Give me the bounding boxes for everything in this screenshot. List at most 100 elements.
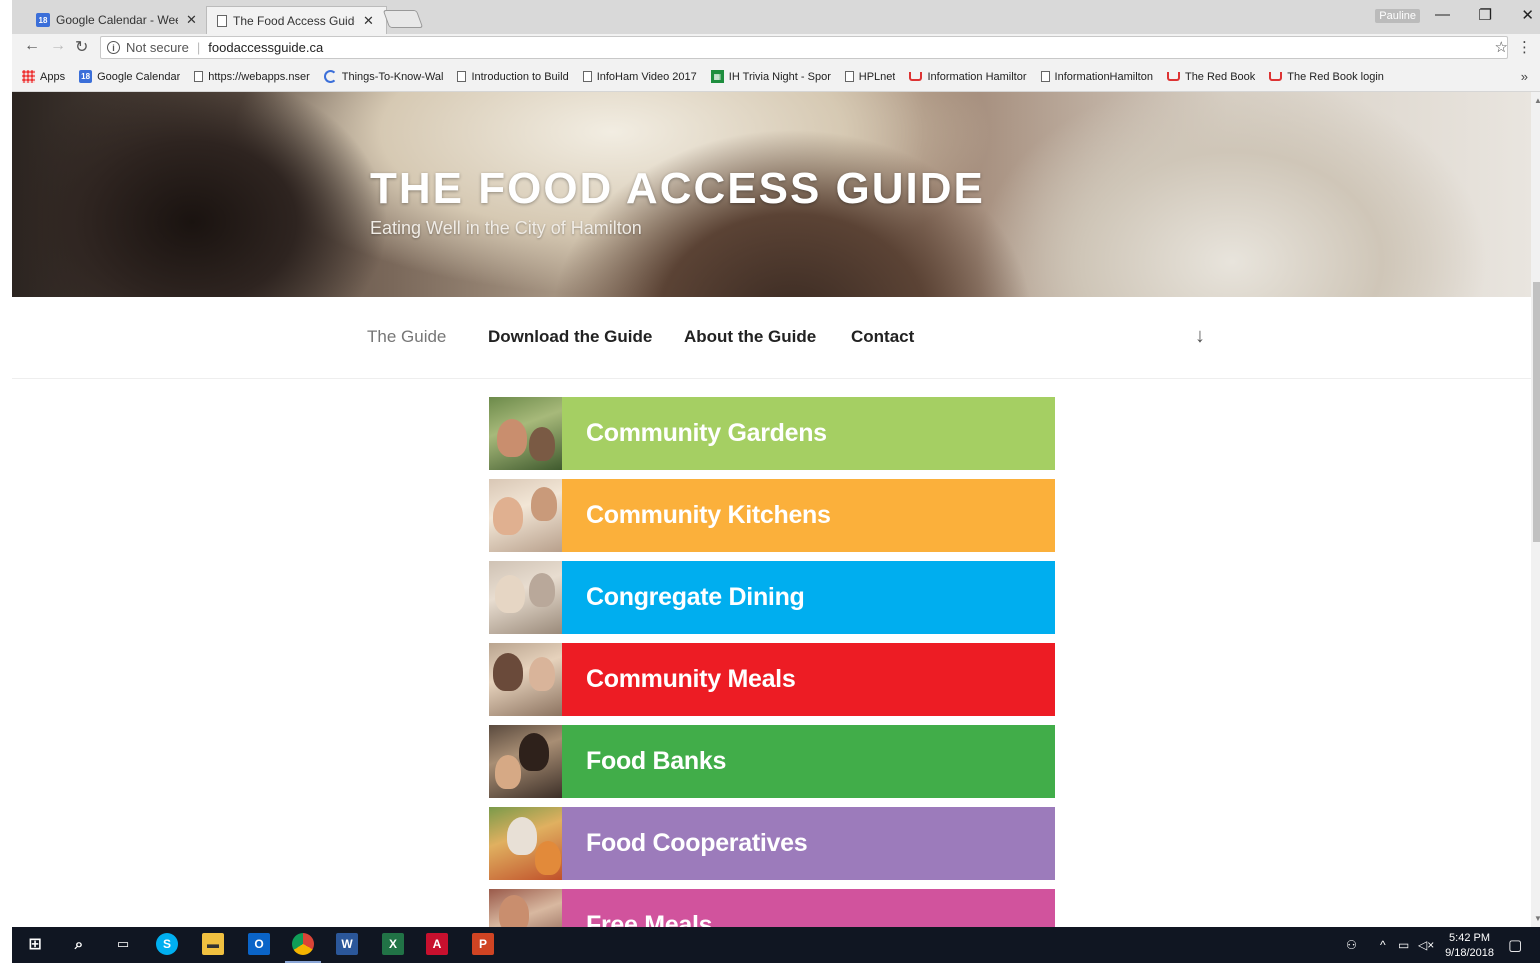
category-label: Community Kitchens bbox=[562, 479, 1055, 552]
bookmark-trivia-night[interactable]: ▦ IH Trivia Night - Spor bbox=[710, 70, 831, 83]
calendar-icon: 18 bbox=[79, 70, 93, 83]
category-photo bbox=[489, 807, 562, 880]
scroll-down-arrow-icon[interactable]: ▼ bbox=[1534, 914, 1540, 923]
show-hidden-icons[interactable]: ^ bbox=[1380, 927, 1386, 963]
screen: 18 Google Calendar - Week ✕ The Food Acc… bbox=[0, 0, 1540, 963]
guide-item-community-gardens[interactable]: Community Gardens bbox=[489, 397, 1055, 470]
category-label: Community Meals bbox=[562, 643, 1055, 716]
url-text[interactable]: foodaccessguide.ca bbox=[208, 40, 323, 55]
guide-item-community-kitchens[interactable]: Community Kitchens bbox=[489, 479, 1055, 552]
page-icon bbox=[844, 71, 854, 82]
guide-item-food-cooperatives[interactable]: Food Cooperatives bbox=[489, 807, 1055, 880]
bookmark-google-calendar[interactable]: 18 Google Calendar bbox=[79, 70, 180, 83]
apps-icon bbox=[22, 70, 35, 83]
nav-download-the-guide[interactable]: Download the Guide bbox=[488, 327, 652, 347]
notifications-icon[interactable]: ▢ bbox=[1508, 927, 1522, 963]
hero-banner: THE FOOD ACCESS GUIDE Eating Well in the… bbox=[12, 92, 1531, 297]
new-tab-button[interactable] bbox=[382, 10, 424, 28]
category-photo bbox=[489, 479, 562, 552]
nav-the-guide[interactable]: The Guide bbox=[367, 327, 446, 347]
guide-item-community-meals[interactable]: Community Meals bbox=[489, 643, 1055, 716]
excel-icon[interactable]: X bbox=[382, 933, 404, 955]
page-icon bbox=[217, 14, 227, 27]
scrollbar-thumb[interactable] bbox=[1533, 282, 1540, 542]
category-label: Food Banks bbox=[562, 725, 1055, 798]
loading-icon bbox=[323, 70, 337, 83]
address-bar[interactable]: i Not secure | foodaccessguide.ca bbox=[100, 36, 1508, 59]
tab-strip: 18 Google Calendar - Week ✕ The Food Acc… bbox=[12, 0, 1540, 34]
close-tab-icon[interactable]: ✕ bbox=[186, 12, 197, 28]
category-label: Congregate Dining bbox=[562, 561, 1055, 634]
forward-icon[interactable]: → bbox=[50, 37, 66, 55]
browser-toolbar: ← → ↻ i Not secure | foodaccessguide.ca … bbox=[12, 34, 1540, 62]
minimize-icon[interactable]: — bbox=[1435, 6, 1450, 23]
tab-google-calendar[interactable]: 18 Google Calendar - Week ✕ bbox=[26, 6, 210, 34]
page-icon bbox=[194, 71, 204, 82]
calendar-icon: 18 bbox=[36, 13, 50, 27]
category-photo bbox=[489, 561, 562, 634]
book-icon bbox=[1166, 72, 1180, 81]
reload-icon[interactable]: ↻ bbox=[75, 37, 88, 57]
sheets-icon: ▦ bbox=[710, 70, 724, 83]
menu-icon[interactable]: ⋮ bbox=[1517, 38, 1532, 56]
powerpoint-icon[interactable]: P bbox=[472, 933, 494, 955]
restore-icon[interactable]: ❐ bbox=[1479, 6, 1492, 24]
scroll-up-icon[interactable]: ▲ bbox=[1534, 96, 1540, 105]
page-viewport: THE FOOD ACCESS GUIDE Eating Well in the… bbox=[12, 92, 1531, 927]
bookmark-apps[interactable]: Apps bbox=[22, 70, 65, 83]
outlook-icon[interactable]: O bbox=[248, 933, 270, 955]
category-label: Free Meals bbox=[562, 889, 1055, 927]
clock-time: 5:42 PM bbox=[1449, 932, 1491, 944]
bookmark-star-icon[interactable]: ☆ bbox=[1495, 38, 1508, 56]
book-icon bbox=[1269, 72, 1283, 81]
bookmark-infoham-video[interactable]: InfoHam Video 2017 bbox=[582, 71, 697, 83]
guide-item-congregate-dining[interactable]: Congregate Dining bbox=[489, 561, 1055, 634]
nav-contact[interactable]: Contact bbox=[851, 327, 914, 347]
acrobat-icon[interactable]: A bbox=[426, 933, 448, 955]
volume-icon[interactable]: ◁× bbox=[1418, 927, 1434, 963]
people-icon[interactable]: ⚇ bbox=[1346, 927, 1357, 963]
category-label: Food Cooperatives bbox=[562, 807, 1055, 880]
scroll-down-icon[interactable]: ↓ bbox=[1195, 325, 1205, 348]
category-photo bbox=[489, 889, 562, 927]
site-subtitle: Eating Well in the City of Hamilton bbox=[370, 218, 642, 238]
task-view-icon[interactable]: ▭ bbox=[112, 933, 134, 955]
bookmark-information-hamilton[interactable]: Information Hamiltor bbox=[909, 71, 1027, 83]
tab-title: The Food Access Guide – bbox=[233, 13, 355, 28]
word-icon[interactable]: W bbox=[336, 933, 358, 955]
start-icon[interactable]: ⊞ bbox=[24, 933, 46, 955]
bookmark-red-book-login[interactable]: The Red Book login bbox=[1269, 71, 1384, 83]
file-explorer-icon[interactable]: ▬ bbox=[202, 933, 224, 955]
page-icon bbox=[1040, 71, 1050, 82]
page-scrollbar[interactable]: ▲ ▼ bbox=[1531, 92, 1540, 927]
close-tab-icon[interactable]: ✕ bbox=[363, 13, 374, 29]
guide-category-list: Community Gardens Community Kitchens Con… bbox=[489, 397, 1055, 927]
site-title[interactable]: THE FOOD ACCESS GUIDE bbox=[370, 164, 985, 214]
category-photo bbox=[489, 643, 562, 716]
tab-title: Google Calendar - Week bbox=[56, 13, 178, 27]
network-icon[interactable]: ▭ bbox=[1398, 927, 1409, 963]
more-bookmarks-icon[interactable]: » bbox=[1521, 69, 1528, 84]
bookmark-webapps[interactable]: https://webapps.nser bbox=[194, 71, 310, 83]
guide-item-food-banks[interactable]: Food Banks bbox=[489, 725, 1055, 798]
tab-food-access-guide[interactable]: The Food Access Guide – ✕ bbox=[206, 6, 387, 34]
page-icon bbox=[457, 71, 467, 82]
bookmark-informationhamilton[interactable]: InformationHamilton bbox=[1040, 71, 1153, 83]
close-window-icon[interactable]: ✕ bbox=[1521, 6, 1534, 24]
bookmark-things-to-know[interactable]: Things-To-Know-Wal bbox=[323, 70, 443, 83]
clock-date: 9/18/2018 bbox=[1445, 947, 1494, 959]
guide-item-free-meals[interactable]: Free Meals bbox=[489, 889, 1055, 927]
clock[interactable]: 5:42 PM 9/18/2018 bbox=[1445, 931, 1494, 961]
profile-button[interactable]: Pauline bbox=[1375, 9, 1420, 23]
info-icon[interactable]: i bbox=[107, 41, 120, 54]
book-icon bbox=[909, 72, 923, 81]
back-icon[interactable]: ← bbox=[24, 37, 40, 55]
bookmark-hplnet[interactable]: HPLnet bbox=[844, 71, 895, 83]
bookmark-introduction[interactable]: Introduction to Build bbox=[457, 71, 569, 83]
nav-about-the-guide[interactable]: About the Guide bbox=[684, 327, 816, 347]
search-icon[interactable]: ⌕ bbox=[68, 933, 90, 955]
skype-icon[interactable]: S bbox=[156, 933, 178, 955]
security-label: Not secure bbox=[126, 40, 189, 55]
bookmark-red-book[interactable]: The Red Book bbox=[1166, 71, 1255, 83]
chrome-icon[interactable] bbox=[292, 933, 314, 955]
